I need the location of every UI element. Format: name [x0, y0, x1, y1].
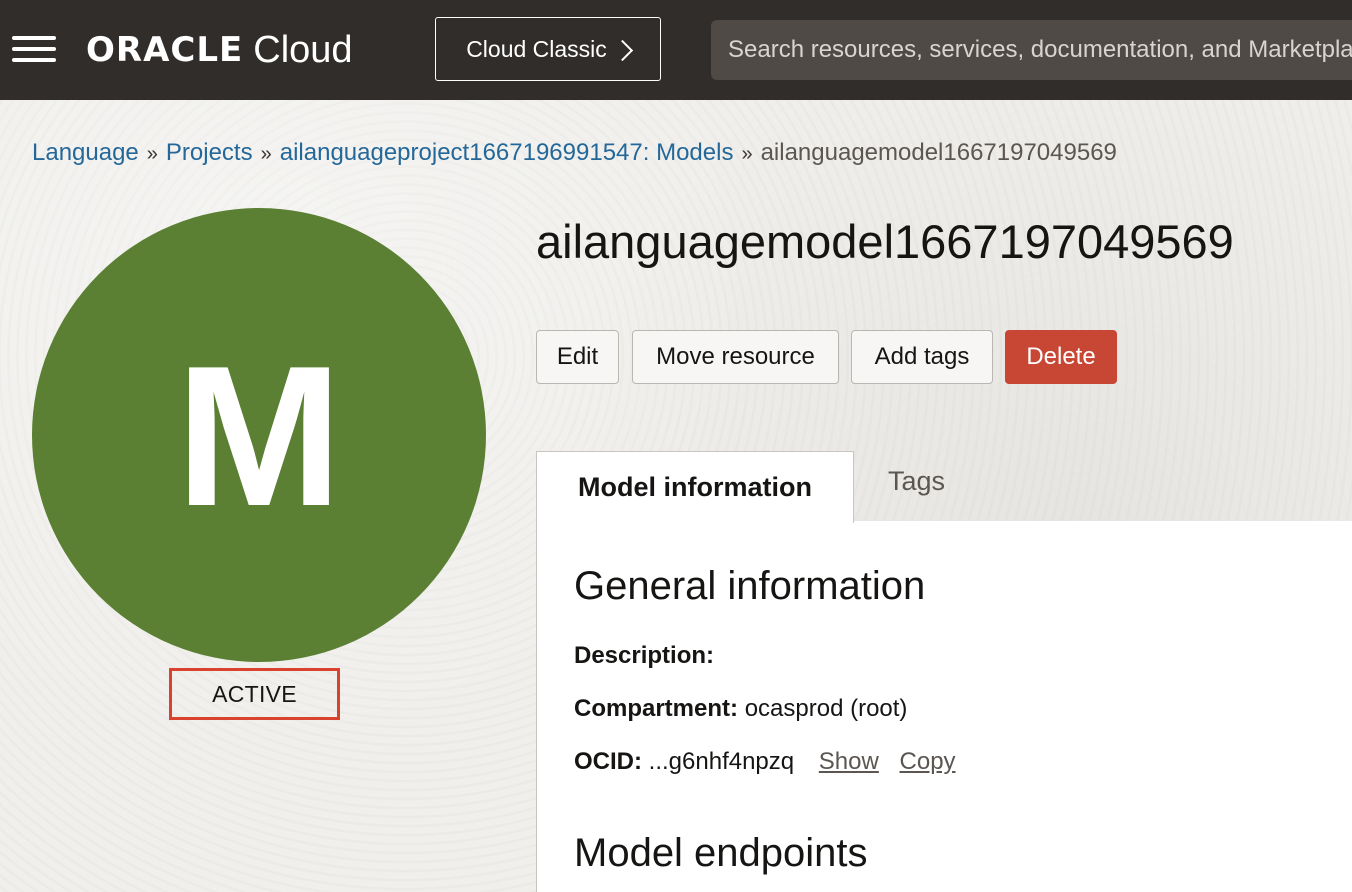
oracle-cloud-logo[interactable]: ORACLE Cloud	[86, 26, 353, 74]
ocid-show-link[interactable]: Show	[819, 748, 879, 775]
breadcrumb-link-language[interactable]: Language	[32, 139, 139, 166]
ocid-copy-link[interactable]: Copy	[900, 748, 956, 775]
ocid-field: OCID: ...g6nhf4npzq Show Copy	[574, 748, 956, 776]
top-navigation-bar: ORACLE Cloud Cloud Classic	[0, 0, 1352, 100]
breadcrumb-separator: »	[146, 143, 158, 165]
move-resource-button[interactable]: Move resource	[632, 330, 839, 384]
edit-button[interactable]: Edit	[536, 330, 619, 384]
tab-tags[interactable]: Tags	[888, 466, 945, 497]
resource-avatar: M	[32, 208, 486, 662]
breadcrumb: Language » Projects » ailanguageproject16671…	[32, 139, 1117, 167]
model-endpoints-heading: Model endpoints	[574, 831, 868, 875]
compartment-field: Compartment: ocasprod (root)	[574, 695, 907, 723]
breadcrumb-separator: »	[260, 143, 272, 165]
general-information-heading: General information	[574, 564, 926, 608]
ocid-label: OCID:	[574, 748, 642, 775]
page-title: ailanguagemodel1667197049569	[536, 215, 1234, 268]
delete-button[interactable]: Delete	[1005, 330, 1117, 384]
ocid-value: ...g6nhf4npzq	[648, 748, 795, 775]
compartment-value: ocasprod (root)	[744, 695, 908, 722]
status-badge: ACTIVE	[169, 668, 340, 720]
search-input[interactable]	[728, 36, 1352, 64]
cloud-classic-label: Cloud Classic	[466, 35, 607, 62]
hamburger-menu-icon[interactable]	[12, 34, 56, 64]
add-tags-button[interactable]: Add tags	[851, 330, 993, 384]
chevron-right-icon	[611, 39, 633, 61]
description-field: Description:	[574, 642, 714, 670]
avatar-letter: M	[175, 325, 343, 548]
cloud-classic-button[interactable]: Cloud Classic	[435, 17, 661, 81]
description-label: Description:	[574, 642, 715, 669]
breadcrumb-current: ailanguagemodel1667197049569	[760, 139, 1117, 166]
breadcrumb-link-models[interactable]: ailanguageproject1667196991547: Models	[280, 139, 734, 166]
breadcrumb-link-projects[interactable]: Projects	[166, 139, 253, 166]
tab-model-information[interactable]: Model information	[536, 451, 854, 523]
compartment-label: Compartment:	[574, 695, 739, 722]
logo-brand: ORACLE	[86, 30, 244, 70]
search-bar[interactable]	[711, 20, 1352, 80]
logo-product: Cloud	[253, 28, 353, 71]
breadcrumb-separator: »	[741, 143, 753, 165]
